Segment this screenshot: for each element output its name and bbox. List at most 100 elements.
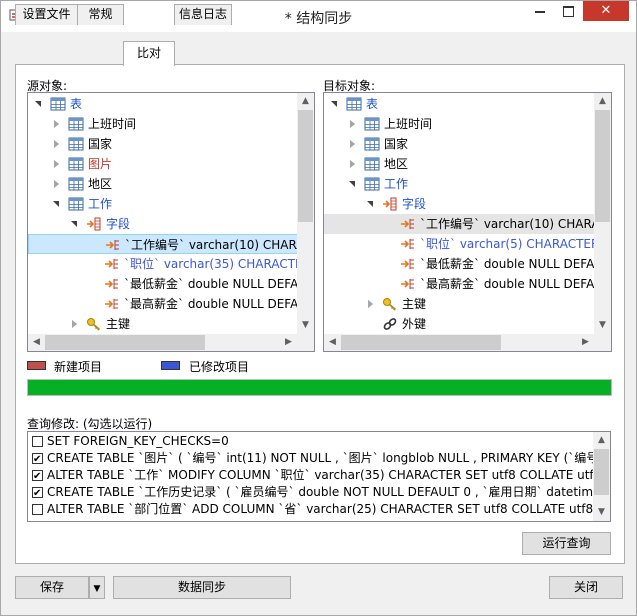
query-vscroll[interactable]: ▲ ▼ [593,432,610,521]
tree-row[interactable]: `职位` varchar(5) CHARACTER [324,234,599,254]
scroll-right-icon[interactable]: ▶ [577,334,594,351]
query-checkbox[interactable] [32,436,43,447]
tree-row-label: `工作编号` varchar(10) CHARA [125,238,305,252]
expand-closed-icon[interactable] [348,139,358,149]
fields-icon [382,196,398,212]
tree-row[interactable]: 国家 [324,134,594,154]
query-list[interactable]: SET FOREIGN_KEY_CHECKS=0 CREATE TABLE `图片… [27,431,611,522]
tree-row[interactable]: 地区 [28,174,298,194]
target-hscroll[interactable]: ◀ ▶ [324,334,594,351]
tree-row[interactable]: 工作 [324,174,594,194]
tree-row[interactable]: 字段 [324,194,594,214]
tree-row[interactable]: `工作编号` varchar(10) CHARA [324,214,600,234]
source-tree[interactable]: 表上班时间国家 图片 地区 工作 字段 `工作编号` varchar(10) CHARA `… [27,92,315,352]
tree-row[interactable]: 上班时间 [324,114,594,134]
tree-row[interactable]: `职位` varchar(35) CHARACTE [28,254,303,274]
query-changes-label: 查询修改: (勾选以运行) [27,417,153,431]
expand-closed-icon[interactable] [52,139,62,149]
query-text: SET FOREIGN_KEY_CHECKS=0 [47,434,229,448]
field-icon [104,276,120,292]
data-sync-button[interactable]: 数据同步 [113,576,291,599]
scroll-up-icon[interactable]: ▲ [297,93,314,110]
scroll-thumb[interactable] [298,110,313,222]
source-vscroll[interactable]: ▲ ▼ [297,93,314,334]
query-text: CREATE TABLE `图片` ( `编号` int(11) NOT NUL… [47,451,609,465]
scroll-left-icon[interactable]: ◀ [28,334,45,351]
tree-row-label: `工作编号` varchar(10) CHARA [420,217,600,231]
expand-open-icon[interactable] [330,99,340,109]
tree-row[interactable]: `最低薪金` double NULL DEFA [324,254,594,274]
minimize-button[interactable] [526,1,554,21]
query-checkbox[interactable] [32,504,43,515]
tree-row[interactable]: 国家 [28,134,298,154]
tree-row[interactable]: 地区 [324,154,594,174]
tab-settings-file[interactable]: 设置文件 [15,4,78,25]
tree-row-label: 字段 [402,197,427,211]
target-tree[interactable]: 表上班时间国家地区工作字段 `工作编号` varchar(10) CHARA `职位… [323,92,612,352]
tree-row[interactable]: 上班时间 [28,114,298,134]
scroll-up-icon[interactable]: ▲ [594,93,611,110]
expand-closed-icon[interactable] [366,299,376,309]
expand-open-icon[interactable] [366,199,376,209]
scroll-down-icon[interactable]: ▼ [594,317,611,334]
tree-row[interactable]: 外键 [324,314,594,334]
expand-open-icon[interactable] [348,179,358,189]
expand-open-icon[interactable] [34,99,44,109]
expand-open-icon[interactable] [52,199,62,209]
scroll-corner [297,334,314,351]
scroll-up-icon[interactable]: ▲ [593,432,610,449]
scroll-right-icon[interactable]: ▶ [280,334,297,351]
tree-row-label: 国家 [384,137,409,151]
modified-item-label: 已修改项目 [189,360,250,374]
expand-closed-icon[interactable] [52,159,62,169]
tree-row[interactable]: `工作编号` varchar(10) CHARA [28,234,305,254]
expand-closed-icon[interactable] [52,119,62,129]
expand-closed-icon[interactable] [348,119,358,129]
field-icon [400,276,416,292]
scroll-thumb[interactable] [341,335,501,350]
chevron-down-icon: ▼ [93,584,101,594]
window-close-button[interactable]: ✕ [583,1,629,21]
tree-row[interactable]: 字段 [28,214,298,234]
tab-general[interactable]: 常规 [77,4,124,25]
tab-log[interactable]: 信息日志 [174,4,232,25]
maximize-button[interactable] [555,1,582,21]
scroll-left-icon[interactable]: ◀ [324,334,341,351]
expand-closed-icon[interactable] [52,179,62,189]
tree-row[interactable]: 主键 [324,294,594,314]
query-checkbox[interactable] [32,451,43,468]
tree-row[interactable]: 表 [28,94,298,114]
query-checkbox[interactable] [32,468,43,485]
tree-row[interactable]: `最高薪金` double NULL DEFA [28,294,298,314]
tree-row-label: `最低薪金` double NULL DEFA [420,257,595,271]
save-button[interactable]: 保存 [15,576,89,599]
scroll-thumb[interactable] [595,110,610,222]
tree-row[interactable]: `最高薪金` double NULL DEFA [324,274,594,294]
expand-closed-icon[interactable] [70,319,80,329]
target-vscroll[interactable]: ▲ ▼ [594,93,611,334]
tree-row[interactable]: 表 [324,94,594,114]
tree-row[interactable]: 主键 [28,314,298,334]
tree-row-label: 工作 [384,177,409,191]
tree-row[interactable]: `最低薪金` double NULL DEFA [28,274,298,294]
table-icon [68,116,84,132]
tab-compare[interactable]: 比对 [123,41,175,66]
scroll-down-icon[interactable]: ▼ [593,504,610,521]
scroll-down-icon[interactable]: ▼ [297,317,314,334]
tree-row-label: 主键 [106,317,131,331]
table-icon [364,116,380,132]
tree-row-label: `最高薪金` double NULL DEFA [420,277,595,291]
scroll-thumb[interactable] [594,449,609,495]
tree-row-label: 上班时间 [88,117,137,131]
tree-row[interactable]: 工作 [28,194,298,214]
tree-row-label: 地区 [384,157,409,171]
tree-row[interactable]: 图片 [28,154,298,174]
save-dropdown-button[interactable]: ▼ [89,576,105,599]
expand-open-icon[interactable] [70,219,80,229]
scroll-thumb[interactable] [45,335,205,350]
run-query-button[interactable]: 运行查询 [522,532,611,555]
source-hscroll[interactable]: ◀ ▶ [28,334,297,351]
expand-closed-icon[interactable] [348,159,358,169]
query-checkbox[interactable] [32,485,43,502]
close-button[interactable]: 关闭 [549,576,623,599]
